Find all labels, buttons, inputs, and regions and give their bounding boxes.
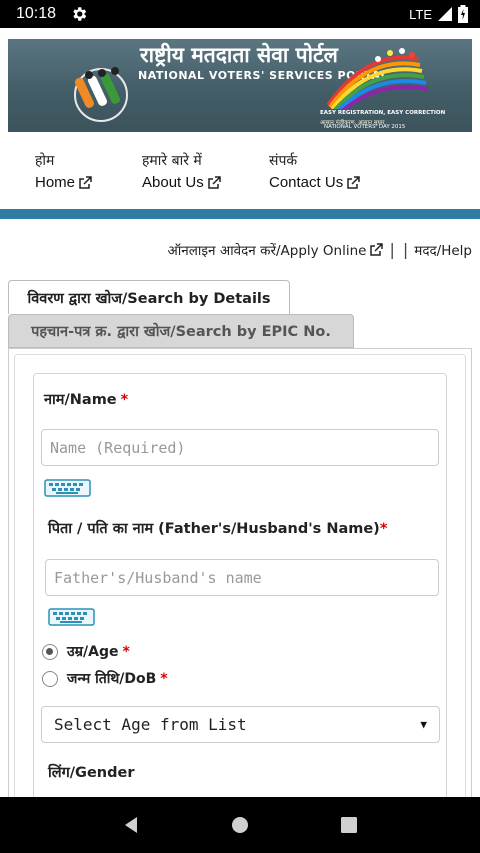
link-separator: | — [389, 240, 395, 259]
apply-online-label: ऑनलाइन आवेदन करें/Apply Online — [167, 242, 367, 259]
required-mark: * — [160, 671, 168, 687]
recents-icon[interactable] — [339, 815, 359, 835]
name-input[interactable]: Name (Required) — [41, 429, 439, 466]
age-radio[interactable] — [42, 643, 58, 660]
help-link[interactable]: मदद/Help — [414, 241, 472, 259]
gear-icon — [73, 7, 87, 21]
nav-about[interactable]: हमारे बारे में About Us — [142, 152, 269, 196]
dropdown-arrow-icon: ▼ — [420, 718, 427, 731]
father-name-input[interactable]: Father's/Husband's name — [45, 559, 439, 596]
required-mark: * — [120, 392, 129, 408]
nav-contact-hindi: संपर्क — [269, 153, 298, 169]
clock: 10:18 — [16, 5, 57, 22]
dob-radio-label: जन्म तिथि/DoB — [67, 671, 157, 687]
nav-contact-label: Contact Us — [269, 174, 344, 191]
father-name-label-text: पिता / पति का नाम (Father's/Husband's Na… — [48, 521, 380, 537]
tab-search-by-details[interactable]: विवरण द्वारा खोज/Search by Details — [8, 280, 290, 314]
age-select[interactable]: Select Age from List ▼ — [41, 706, 440, 743]
keyboard-icon[interactable] — [44, 479, 91, 497]
network-label: LTE — [409, 6, 432, 22]
external-link-icon — [207, 176, 221, 189]
banner-tagline-english: EASY REGISTRATION, EASY CORRECTION — [320, 110, 446, 116]
tab-search-by-epic[interactable]: पहचान-पत्र क्र. द्वारा खोज/Search by EPI… — [8, 314, 354, 348]
nav-about-label: About Us — [142, 174, 204, 191]
name-label-text: नाम/Name — [44, 392, 117, 408]
external-link-icon — [347, 176, 360, 189]
rainbow-graphic-icon — [326, 48, 428, 109]
keyboard-icon[interactable] — [48, 608, 95, 626]
external-link-icon — [370, 242, 384, 256]
portal-banner: राष्ट्रीय मतदाता सेवा पोर्टल NATIONAL VO… — [8, 39, 472, 132]
link-separator: | — [402, 240, 409, 259]
voters-logo-icon — [74, 67, 128, 122]
father-name-label: पिता / पति का नाम (Father's/Husband's Na… — [48, 518, 387, 538]
nav-about-hindi: हमारे बारे में — [142, 153, 202, 169]
back-icon[interactable] — [121, 815, 141, 835]
signal-icon — [438, 7, 452, 21]
required-mark: * — [379, 521, 388, 537]
name-label: नाम/Name * — [44, 389, 128, 409]
battery-icon — [458, 5, 468, 23]
required-mark: * — [122, 644, 130, 660]
system-nav-bar — [0, 797, 480, 853]
external-link-icon — [79, 176, 92, 189]
top-nav: होम Home हमारे बारे में About Us संपर्क … — [35, 152, 399, 196]
dob-radio[interactable] — [42, 670, 58, 687]
name-placeholder: Name (Required) — [50, 438, 186, 457]
apply-online-link[interactable]: ऑनलाइन आवेदन करें/Apply Online — [167, 241, 384, 259]
nav-home-hindi: होम — [35, 153, 55, 169]
accent-divider — [0, 209, 480, 219]
age-radio-option[interactable]: उम्र/Age * — [42, 642, 130, 661]
dob-radio-option[interactable]: जन्म तिथि/DoB * — [42, 669, 168, 688]
father-name-placeholder: Father's/Husband's name — [54, 568, 262, 587]
nav-contact[interactable]: संपर्क Contact Us — [269, 152, 399, 196]
nav-home[interactable]: होम Home — [35, 152, 142, 196]
age-radio-label: उम्र/Age — [67, 644, 119, 660]
quick-links: ऑनलाइन आवेदन करें/Apply Online | | मदद/H… — [167, 240, 472, 259]
home-icon[interactable] — [230, 815, 250, 835]
banner-tagline-voters-day: NATIONAL VOTERS' DAY 2015 — [324, 124, 406, 130]
nav-home-label: Home — [35, 174, 76, 191]
status-bar: 10:18 LTE — [0, 0, 480, 28]
gender-label: लिंग/Gender — [48, 765, 135, 781]
age-select-value: Select Age from List — [54, 715, 247, 734]
